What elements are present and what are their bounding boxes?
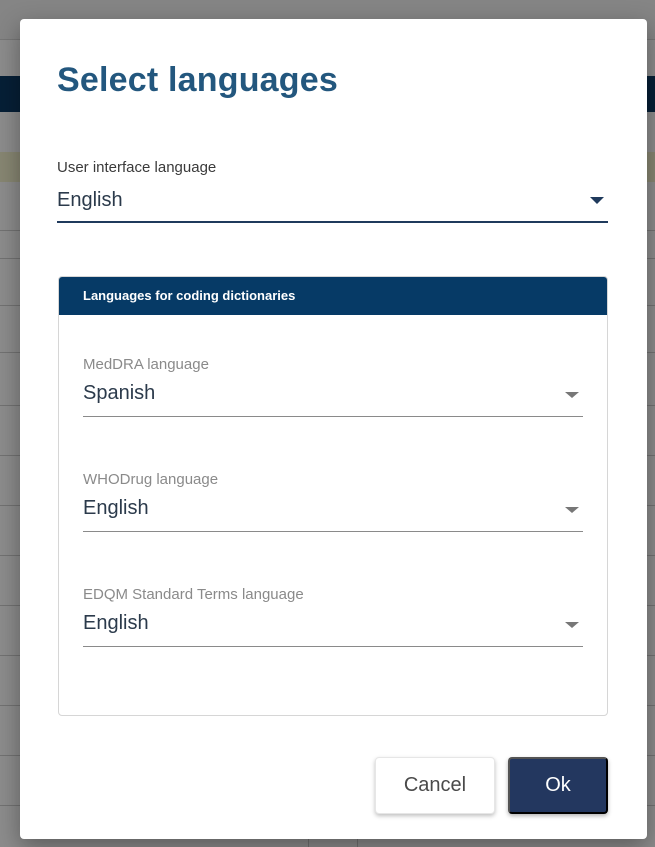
whodrug-language-select[interactable]: WHODrug language English <box>83 471 583 533</box>
coding-dictionaries-card: Languages for coding dictionaries MedDRA… <box>58 276 608 716</box>
edqm-language-label: EDQM Standard Terms language <box>83 586 304 603</box>
ok-button[interactable]: Ok <box>508 757 608 814</box>
ui-language-select[interactable]: User interface language English <box>57 159 608 223</box>
edqm-language-select[interactable]: EDQM Standard Terms language English <box>83 586 583 648</box>
meddra-language-select[interactable]: MedDRA language Spanish <box>83 356 583 418</box>
meddra-language-value: Spanish <box>83 382 156 404</box>
caret-down-icon <box>565 507 579 513</box>
whodrug-language-value: English <box>83 497 149 519</box>
select-underline <box>83 531 583 532</box>
edqm-language-value: English <box>83 612 149 634</box>
select-underline <box>83 646 583 647</box>
select-languages-dialog: Select languages User interface language… <box>20 19 647 839</box>
meddra-language-label: MedDRA language <box>83 356 209 373</box>
card-header-title: Languages for coding dictionaries <box>83 288 296 303</box>
caret-down-icon <box>565 392 579 398</box>
ui-language-label: User interface language <box>57 159 217 176</box>
caret-down-icon <box>590 197 604 204</box>
ui-language-value: English <box>57 189 123 211</box>
cancel-button[interactable]: Cancel <box>375 757 495 814</box>
select-underline <box>83 416 583 417</box>
select-underline <box>57 221 608 223</box>
whodrug-language-label: WHODrug language <box>83 471 219 488</box>
card-header: Languages for coding dictionaries <box>59 277 607 315</box>
caret-down-icon <box>565 622 579 628</box>
dialog-title: Select languages <box>57 61 338 99</box>
